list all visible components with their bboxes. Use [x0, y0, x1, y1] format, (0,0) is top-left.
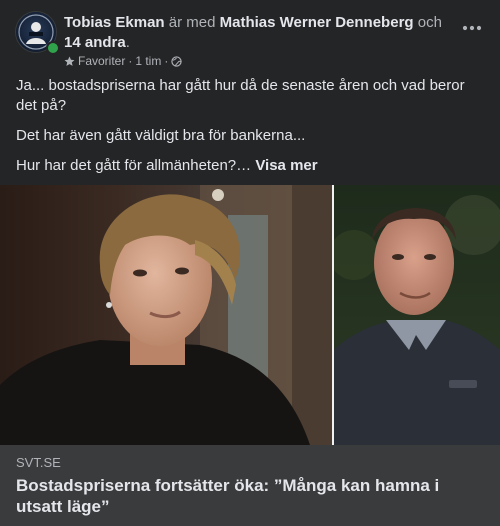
online-status-dot	[46, 41, 60, 55]
others-link[interactable]: 14 andra	[64, 34, 126, 51]
post-paragraph: Hur har det gått för allmänheten?… Visa …	[16, 156, 476, 176]
more-horizontal-icon	[462, 25, 482, 31]
globe-icon	[171, 55, 183, 67]
link-preview-image[interactable]	[0, 185, 500, 445]
photo-older-man	[329, 185, 500, 445]
author-name[interactable]: Tobias Ekman	[64, 14, 165, 31]
audience-label[interactable]: Favoriter	[78, 53, 125, 69]
and-text: och	[417, 14, 442, 31]
post-paragraph-last: Hur har det gått för allmänheten?…	[16, 157, 252, 174]
with-text: är med	[168, 14, 216, 31]
post-paragraph: Ja... bostadspriserna har gått hur då de…	[16, 77, 465, 114]
more-options-button[interactable]	[460, 18, 484, 38]
feed-post: Tobias Ekman är med Mathias Werner Denne…	[0, 0, 500, 526]
post-paragraph: Det har även gått väldigt bra för banker…	[16, 127, 306, 144]
post-title: Tobias Ekman är med Mathias Werner Denne…	[64, 13, 454, 53]
link-domain: SVT.SE	[16, 455, 61, 470]
link-card[interactable]: SVT.SE Bostadspriserna fortsätter öka: ”…	[0, 445, 500, 526]
photo-older-man-drawing	[329, 185, 500, 445]
title-period: .	[125, 34, 130, 51]
link-headline[interactable]: Bostadspriserna fortsätter öka: ”Många k…	[16, 475, 476, 517]
meta-separator: ·	[164, 54, 169, 68]
post-text: Ja... bostadspriserna har gått hur då de…	[16, 76, 476, 186]
photo-young-man	[0, 185, 332, 445]
post-meta: Favoriter · 1 tim ·	[64, 53, 183, 69]
photo-young-man-drawing	[0, 185, 332, 445]
post-timestamp[interactable]: 1 tim	[135, 53, 161, 69]
meta-separator: ·	[128, 54, 133, 68]
post-header: Tobias Ekman är med Mathias Werner Denne…	[16, 12, 484, 68]
see-more-link[interactable]: Visa mer	[255, 157, 317, 174]
star-icon	[64, 56, 75, 66]
tagged-person[interactable]: Mathias Werner Denneberg	[220, 14, 414, 31]
